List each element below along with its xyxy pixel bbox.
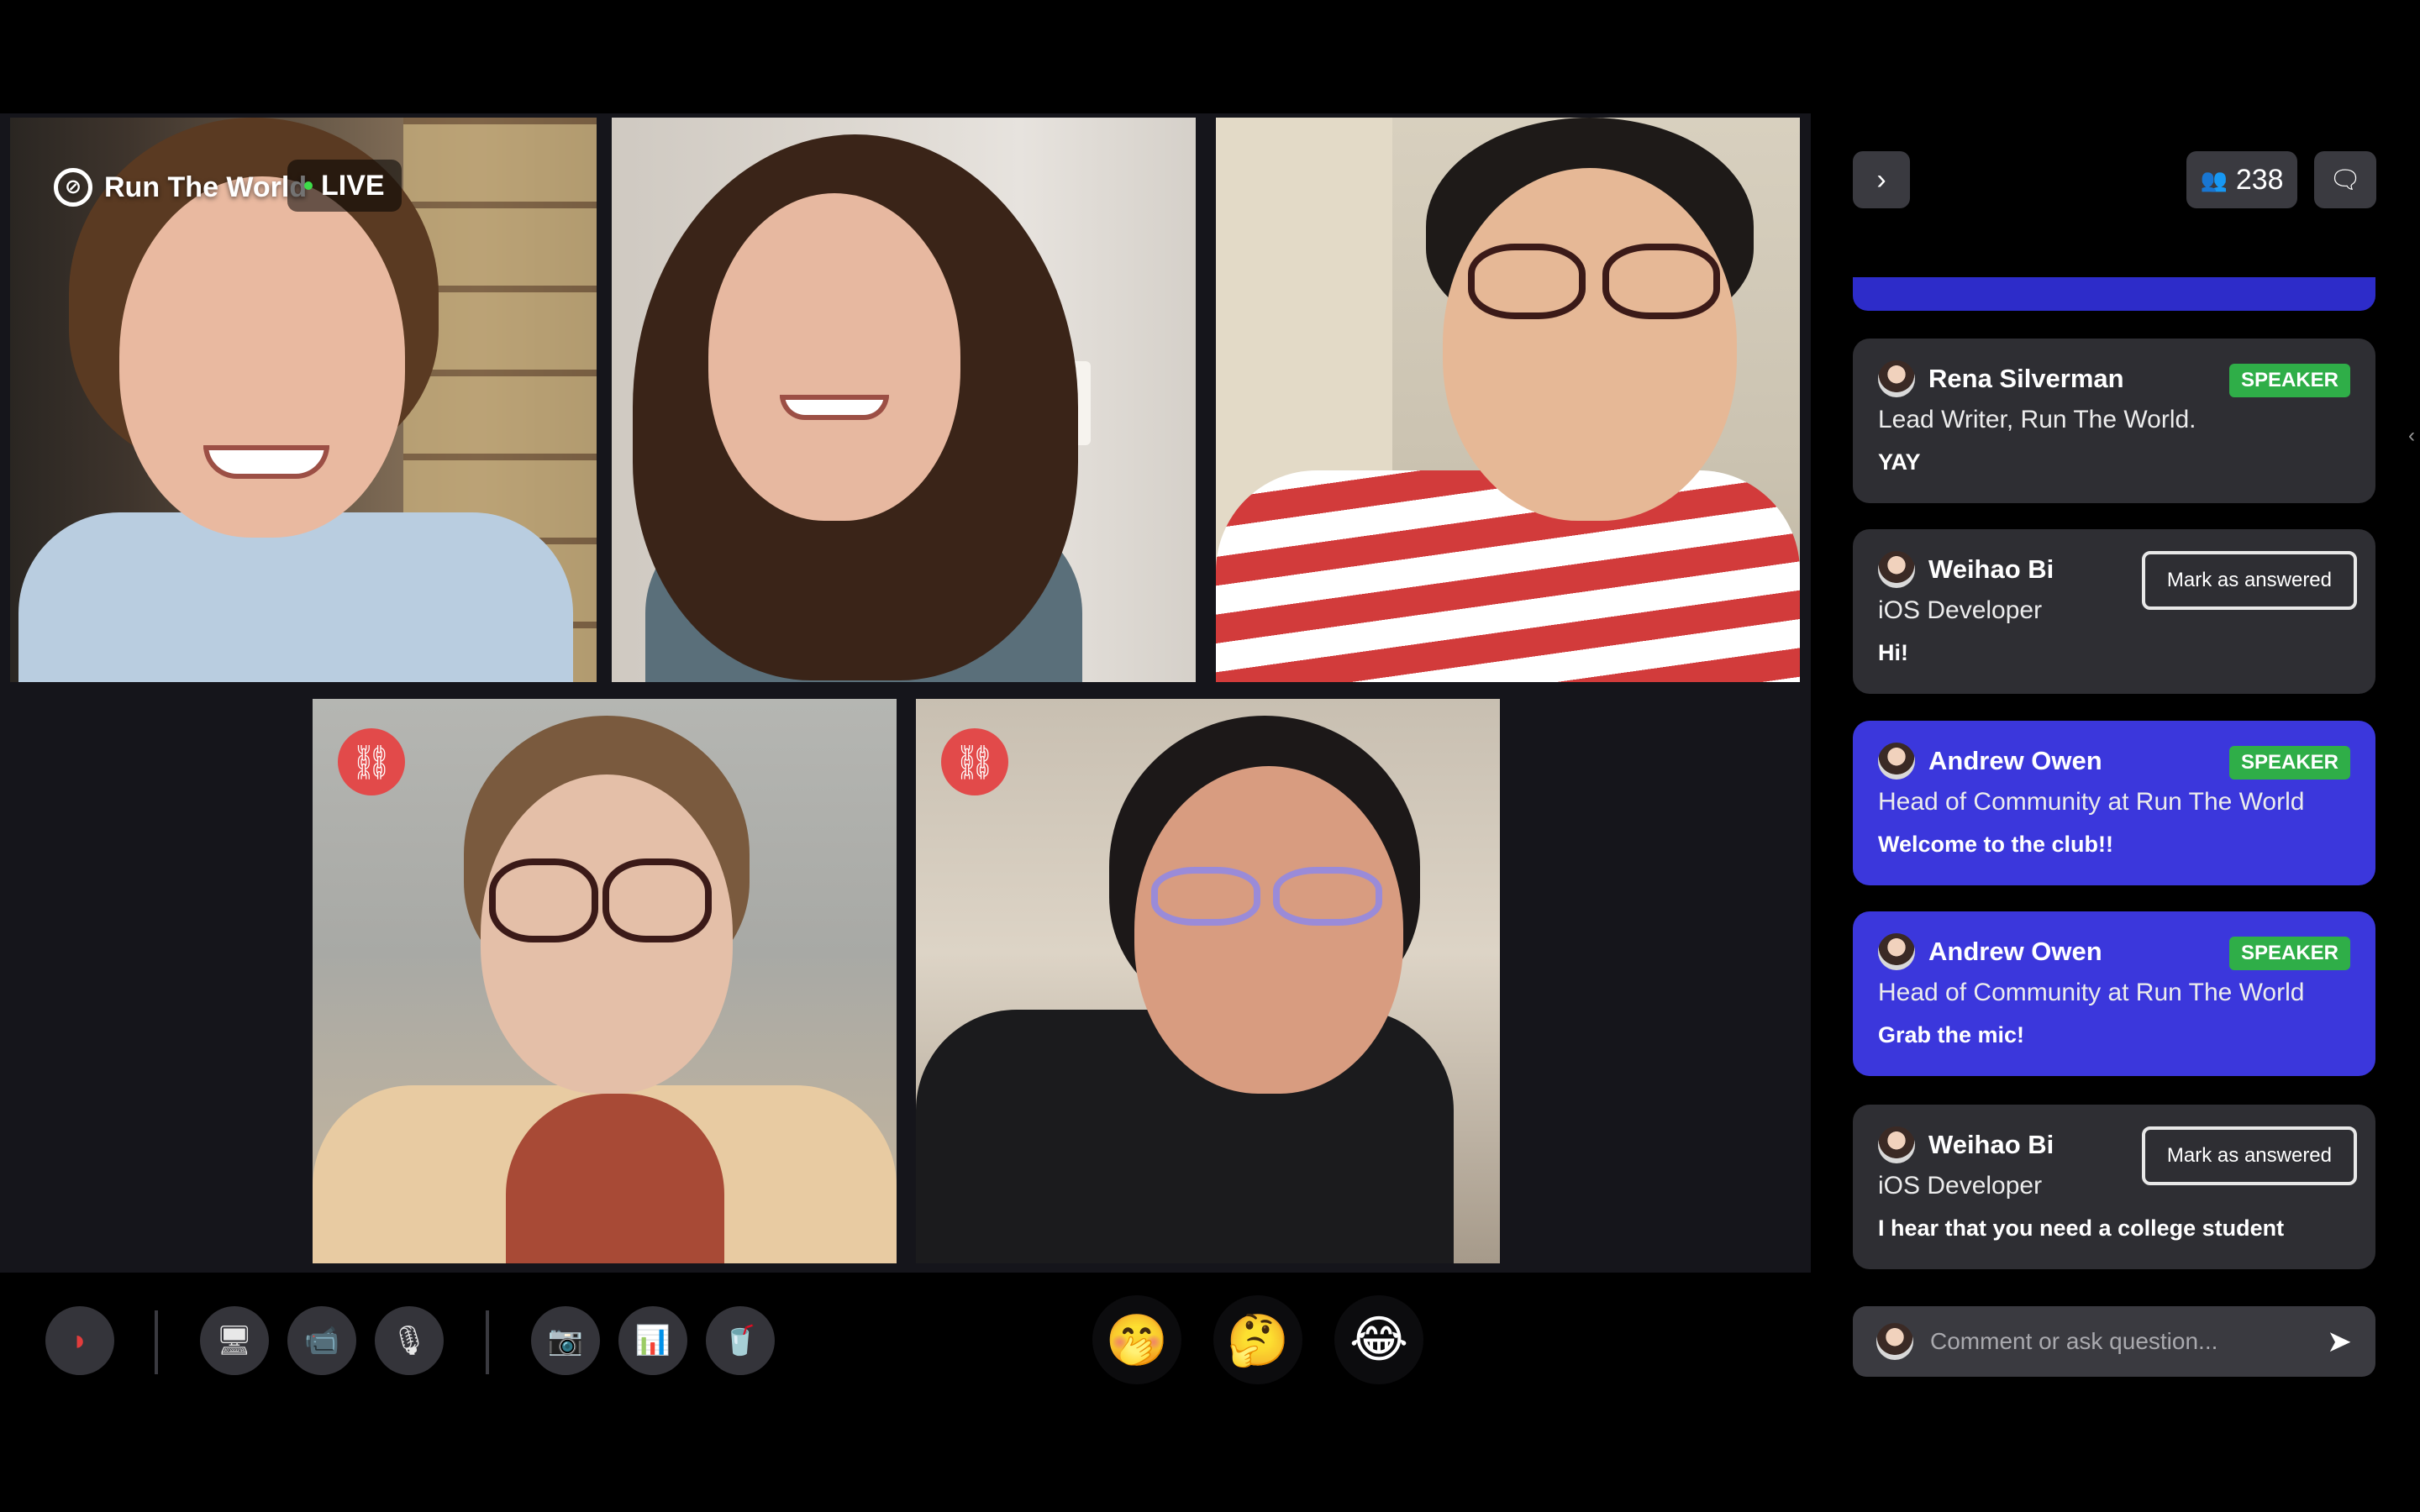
thinking-face-icon: 🤔 <box>1226 1311 1290 1368</box>
author-role: Head of Community at Run The World <box>1878 788 2305 816</box>
screen-share-button[interactable]: 🖥 <box>200 1306 269 1375</box>
camera-feed <box>612 118 1196 682</box>
poll-icon: 📊 <box>634 1325 671 1357</box>
photo-icon: 📷 <box>547 1325 584 1357</box>
live-label: LIVE <box>321 169 385 202</box>
avatar <box>1878 551 1915 588</box>
message-card: Weihao Bi iOS Developer I hear that you … <box>1853 1105 2375 1269</box>
leave-icon: ◗ <box>71 1324 89 1357</box>
previous-message-card <box>1853 277 2375 311</box>
video-tile-participant-3[interactable] <box>1216 118 1800 682</box>
meeting-toolbar: ◗ 🖥 📹 🎙 📷 📊 🥤 🤭 🤔 😂 <box>0 1285 1811 1394</box>
qa-chat-panel: › 👥 238 🗨 Rena Silverman Lead Writer, Ru… <box>1832 113 2403 1407</box>
send-icon[interactable]: ➤ <box>2327 1324 2352 1359</box>
drink-icon: 🥤 <box>722 1325 759 1357</box>
author-name: Andrew Owen <box>1928 746 2102 775</box>
message-card-highlighted: Andrew Owen Head of Community at Run The… <box>1853 721 2375 885</box>
video-tile-active-speaker[interactable]: ⛓ <box>916 699 1500 1263</box>
reaction-thinking-button[interactable]: 🤔 <box>1213 1295 1302 1384</box>
message-text: Grab the mic! <box>1878 1022 2025 1047</box>
comment-input[interactable] <box>1930 1328 2310 1355</box>
photo-button[interactable]: 📷 <box>531 1306 600 1375</box>
author-role: Head of Community at Run The World <box>1878 979 2305 1006</box>
avatar <box>1878 360 1915 397</box>
drink-button[interactable]: 🥤 <box>706 1306 775 1375</box>
brand-watermark: ⊘ Run The World <box>54 168 307 207</box>
live-dot-icon <box>304 181 313 190</box>
message-text: Welcome to the club!! <box>1878 832 2114 857</box>
link-icon: ⛓ <box>338 728 405 795</box>
message-card-highlighted: Andrew Owen Head of Community at Run The… <box>1853 911 2375 1076</box>
avatar <box>1878 743 1915 780</box>
face-hand-over-mouth-icon: 🤭 <box>1105 1311 1169 1368</box>
author-name: Weihao Bi <box>1928 1130 2054 1159</box>
camera-feed <box>916 699 1500 1263</box>
live-indicator: LIVE <box>287 160 402 212</box>
attendee-count: 238 <box>2235 163 2284 196</box>
avatar <box>1878 1126 1915 1163</box>
video-tile-participant-2[interactable] <box>612 118 1196 682</box>
camera-feed <box>1216 118 1800 682</box>
speaker-badge: SPEAKER <box>2228 937 2350 970</box>
leave-button[interactable]: ◗ <box>45 1306 114 1375</box>
mark-as-answered-button[interactable]: Mark as answered <box>2141 1126 2357 1185</box>
mark-as-answered-button[interactable]: Mark as answered <box>2141 551 2357 610</box>
user-avatar <box>1876 1323 1913 1360</box>
video-stage: ⊘ Run The World LIVE ⛓ ⛓ <box>0 113 1811 1273</box>
camera-icon: 📹 <box>303 1325 340 1357</box>
speaker-badge: SPEAKER <box>2228 364 2350 397</box>
toolbar-divider <box>486 1310 489 1374</box>
author-name: Andrew Owen <box>1928 937 2102 966</box>
link-icon: ⛓ <box>941 728 1008 795</box>
reaction-tears-of-joy-button[interactable]: 😂 <box>1334 1295 1423 1384</box>
poll-button[interactable]: 📊 <box>618 1306 687 1375</box>
screen-share-icon: 🖥 <box>216 1325 253 1357</box>
avatar <box>1878 933 1915 970</box>
toolbar-divider <box>155 1310 158 1374</box>
run-the-world-logo-icon: ⊘ <box>54 168 92 207</box>
author-name: Rena Silverman <box>1928 364 2124 393</box>
message-text: Hi! <box>1878 640 1908 665</box>
chevron-right-icon: › <box>1876 163 1886 196</box>
camera-feed <box>313 699 897 1263</box>
mic-button[interactable]: 🎙 <box>375 1306 444 1375</box>
speaker-badge: SPEAKER <box>2228 746 2350 780</box>
author-name: Weihao Bi <box>1928 554 2054 584</box>
comment-box: ➤ <box>1853 1306 2375 1377</box>
microphone-icon: 🎙 <box>391 1325 428 1357</box>
message-card: Rena Silverman Lead Writer, Run The Worl… <box>1853 339 2375 503</box>
brand-name: Run The World <box>104 171 308 203</box>
camera-button[interactable]: 📹 <box>287 1306 356 1375</box>
video-tile-participant-4[interactable]: ⛓ <box>313 699 897 1263</box>
reaction-laugh-shy-button[interactable]: 🤭 <box>1092 1295 1181 1384</box>
author-role: Lead Writer, Run The World. <box>1878 406 2196 433</box>
message-text: I hear that you need a college student <box>1878 1215 2285 1241</box>
video-tile-host[interactable]: ⊘ Run The World LIVE <box>10 118 597 682</box>
chat-button[interactable]: 🗨 <box>2314 151 2376 208</box>
message-text: YAY <box>1878 449 1921 475</box>
collapse-panel-button[interactable]: › <box>1853 151 1910 208</box>
attendee-count-button[interactable]: 👥 238 <box>2186 151 2297 208</box>
chevron-left-icon[interactable]: ‹ <box>2408 424 2415 448</box>
people-icon: 👥 <box>2200 166 2228 192</box>
tears-of-joy-icon: 😂 <box>1349 1311 1409 1368</box>
chat-bubble-icon: 🗨 <box>2328 165 2362 194</box>
message-card: Weihao Bi iOS Developer Hi! Mark as answ… <box>1853 529 2375 694</box>
